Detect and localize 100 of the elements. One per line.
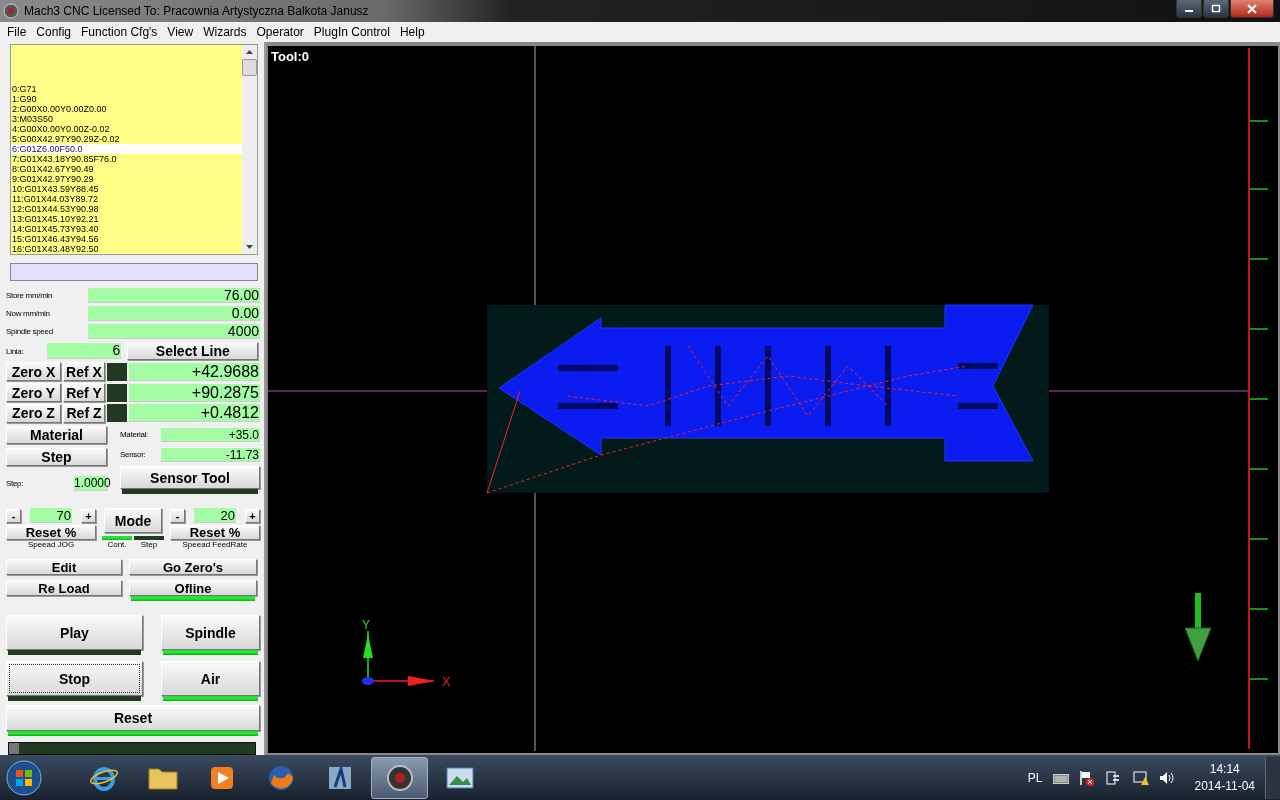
- speaker-icon[interactable]: [1158, 770, 1175, 785]
- feed-label: Store mm/min: [6, 291, 53, 301]
- ref-axis-button[interactable]: Ref X: [63, 362, 105, 382]
- gcode-line[interactable]: 11:G01X44.03Y89.72: [11, 194, 242, 204]
- machine-button[interactable]: Stop: [6, 661, 143, 697]
- down-arrow-icon: [1184, 593, 1212, 662]
- scroll-up-icon[interactable]: [246, 50, 253, 54]
- language-indicator[interactable]: PL: [1027, 770, 1043, 785]
- gcode-line[interactable]: 7:G01X43.18Y90.85F76.0: [11, 154, 242, 164]
- app-logo-icon: [3, 3, 19, 19]
- maximize-icon: [1211, 4, 1221, 13]
- menu-item[interactable]: Help: [394, 25, 430, 39]
- gcode-line[interactable]: 2:G00X0.00Y0.00Z0.00: [11, 104, 242, 114]
- gcode-line[interactable]: 16:G01X43.48Y92.50: [11, 244, 242, 254]
- close-icon: [1246, 3, 1258, 14]
- step-label: Step:: [6, 479, 24, 489]
- gcode-line[interactable]: 9:G01X42.97Y90.29: [11, 174, 242, 184]
- clock[interactable]: 14:14 2014-11-04: [1194, 762, 1255, 793]
- jog-reset-button[interactable]: Reset %: [6, 525, 96, 541]
- step-button[interactable]: Step: [6, 448, 107, 467]
- jog-decrease-button[interactable]: -: [6, 508, 21, 523]
- command-button[interactable]: Re Load: [6, 580, 122, 597]
- mode-caption: Cont.: [107, 540, 127, 550]
- mode-caption: Step: [140, 540, 158, 550]
- menu-item[interactable]: Wizards: [198, 25, 252, 39]
- taskbar-app-button[interactable]: [371, 756, 428, 799]
- zero-axis-button[interactable]: Zero Y: [6, 383, 61, 402]
- feed-value: 0.00: [88, 305, 260, 321]
- scroll-down-icon[interactable]: [246, 245, 253, 249]
- gcode-line[interactable]: 13:G01X45.10Y92.21: [11, 214, 242, 224]
- sensor-tool-button[interactable]: Sensor Tool: [120, 466, 260, 490]
- reset-button[interactable]: Reset: [6, 705, 260, 732]
- gcode-line[interactable]: 0:G71: [11, 84, 242, 94]
- ref-axis-button[interactable]: Ref Z: [63, 403, 105, 423]
- y-axis-label: Y: [362, 618, 370, 632]
- feedrate-reset-button[interactable]: Reset %: [170, 525, 260, 541]
- gcode-line[interactable]: 12:G01X44.53Y90.98: [11, 204, 242, 214]
- machine-button[interactable]: Air: [161, 661, 260, 697]
- sensor-value: -11.73: [161, 447, 260, 462]
- gcode-line[interactable]: 5:G00X42.97Y90.29Z-0.02: [11, 134, 242, 144]
- menu-item[interactable]: File: [2, 25, 32, 39]
- material-value: +35.0: [161, 427, 260, 442]
- feed-label: Spindle speed: [6, 326, 53, 336]
- zero-axis-button[interactable]: Zero X: [6, 362, 61, 382]
- gcode-line[interactable]: 15:G01X46.43Y94.56: [11, 234, 242, 244]
- close-button[interactable]: [1230, 0, 1274, 18]
- power-plug-icon[interactable]: [1104, 769, 1121, 786]
- select-line-button[interactable]: Select Line: [127, 342, 259, 360]
- jog-caption: Speead JOG: [27, 540, 75, 550]
- material-button[interactable]: Material: [6, 426, 107, 445]
- menu-item[interactable]: Config: [31, 25, 77, 39]
- app-logo-icon: [384, 762, 415, 793]
- axis-position-value: +90.2875: [129, 383, 260, 402]
- gcode-line[interactable]: 3:M03S50: [11, 114, 242, 124]
- machine-button[interactable]: Spindle: [161, 615, 260, 651]
- start-button[interactable]: [4, 757, 44, 798]
- jog-speed-value: 70: [30, 508, 72, 524]
- axis-position-value: +0.4812: [129, 404, 260, 423]
- axis-position-value: +42.9688: [129, 362, 260, 381]
- feed-label: Now mm/min: [6, 308, 50, 318]
- feedrate-value: 20: [194, 508, 236, 524]
- keyboard-icon[interactable]: [1052, 771, 1069, 784]
- mdi-input-field[interactable]: [10, 263, 258, 281]
- machine-button[interactable]: Play: [6, 615, 143, 651]
- sensor-label: Sensor:: [120, 450, 146, 460]
- ref-axis-button[interactable]: Ref Y: [63, 383, 105, 402]
- menu-item[interactable]: View: [162, 25, 199, 39]
- picture-icon: [444, 764, 475, 791]
- command-button[interactable]: Edit: [6, 559, 122, 576]
- tool-label: Tool:0: [271, 49, 310, 64]
- feedrate-increase-button[interactable]: +: [245, 508, 260, 523]
- material-label: Material:: [120, 430, 148, 440]
- minimize-button[interactable]: [1176, 0, 1202, 18]
- line-label: Linia:: [6, 346, 24, 356]
- mode-button[interactable]: Mode: [104, 508, 162, 534]
- feedrate-caption: Speead FeedRate: [182, 540, 248, 550]
- feedrate-decrease-button[interactable]: -: [170, 508, 185, 523]
- gcode-line[interactable]: 1:G90: [11, 94, 242, 104]
- gcode-line[interactable]: 8:G01X42.67Y90.49: [11, 164, 242, 174]
- command-button[interactable]: Go Zero's: [129, 559, 257, 576]
- scrollbar[interactable]: [242, 45, 257, 254]
- menu-item[interactable]: Operator: [251, 25, 309, 39]
- gcode-line[interactable]: 4:G00X0.00Y0.00Z-0.02: [11, 124, 242, 134]
- menu-item[interactable]: PlugIn Control: [308, 25, 395, 39]
- jog-increase-button[interactable]: +: [81, 508, 96, 523]
- scroll-thumb[interactable]: [242, 59, 257, 76]
- flag-error-icon[interactable]: [1078, 769, 1095, 786]
- menu-item[interactable]: Function Cfg's: [76, 25, 163, 39]
- zero-axis-button[interactable]: Zero Z: [6, 403, 61, 423]
- maximize-button[interactable]: [1203, 0, 1229, 18]
- x-axis-label: X: [442, 674, 451, 689]
- network-warning-icon[interactable]: [1130, 769, 1149, 786]
- feed-value: 4000: [88, 323, 260, 339]
- line-value: 6: [47, 343, 122, 359]
- gcode-line[interactable]: 14:G01X45.73Y93.40: [11, 224, 242, 234]
- gcode-line[interactable]: 10:G01X43.59Y88.45: [11, 184, 242, 194]
- window-title: Mach3 CNC Licensed To: Pracownia Artystyczna Balkota Janusz: [24, 4, 369, 18]
- clock-date: 2014-11-04: [1194, 779, 1255, 793]
- feed-value: 76.00: [88, 288, 260, 304]
- online-toggle-button[interactable]: Ofline: [129, 580, 257, 597]
